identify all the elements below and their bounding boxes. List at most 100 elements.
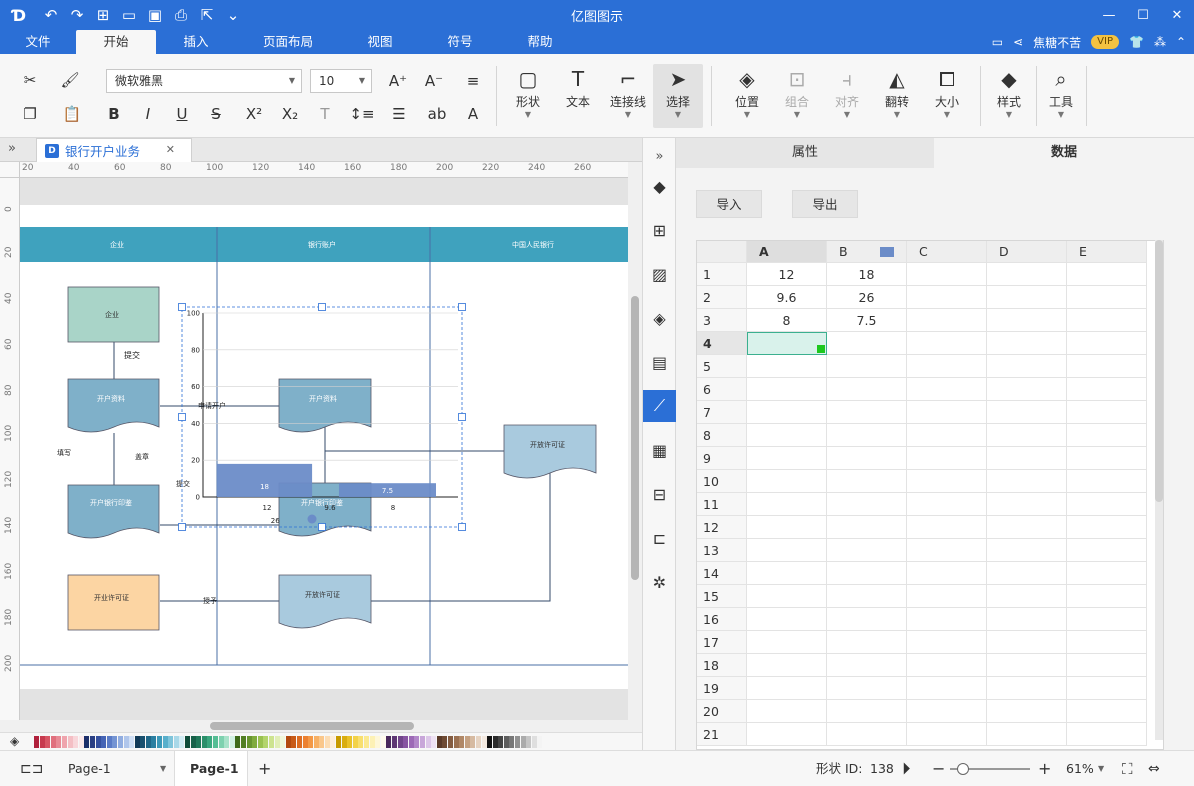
grid-cell[interactable] [907,585,987,608]
decrease-font-icon[interactable]: A⁻ [422,69,446,93]
menu-tab-view[interactable]: 视图 [356,30,404,54]
color-swatch[interactable] [498,736,504,748]
grid-cell[interactable] [987,493,1067,516]
canvas-area[interactable]: 企业 银行账户 中国人民银行 企业 提交 开户资料 申请开户 开户资料 填写 盖… [20,178,628,720]
grid-cell[interactable] [987,401,1067,424]
color-swatch[interactable] [168,736,174,748]
color-swatch[interactable] [358,736,364,748]
color-swatch[interactable] [509,736,515,748]
grid-cell[interactable] [987,654,1067,677]
line-spacing-icon[interactable]: ↕≡ [346,102,378,126]
position-button[interactable]: ◈ 位置 ▼ [722,64,772,128]
shirt-icon[interactable]: 👕 [1129,35,1144,49]
color-swatch[interactable] [218,736,224,748]
grid-cell[interactable] [747,424,827,447]
color-swatch[interactable] [78,736,84,748]
grid-row-header[interactable]: 8 [697,424,747,447]
color-swatch[interactable] [95,736,101,748]
color-swatch[interactable] [201,736,207,748]
zoom-slider-handle[interactable] [957,763,969,775]
fill-panel-icon[interactable]: ◆ [643,170,676,202]
color-swatch[interactable] [61,736,67,748]
select-button[interactable]: ➤ 选择 ▼ [653,64,703,128]
grid-cell[interactable] [1067,677,1147,700]
grid-cell[interactable] [747,723,827,746]
style-button[interactable]: ◆ 样式 ▼ [984,64,1034,128]
grid-row-header[interactable]: 11 [697,493,747,516]
color-swatch[interactable] [101,736,107,748]
app-logo-icon[interactable]: Ɗ [0,0,38,30]
color-swatch[interactable] [224,736,230,748]
import-button[interactable]: 导入 [696,190,762,218]
grid-cell[interactable] [987,263,1067,286]
grid-cell[interactable] [1067,263,1147,286]
export-icon[interactable]: ⇱ [194,0,220,30]
grid-cell[interactable] [907,378,987,401]
color-swatch[interactable] [84,736,90,748]
color-swatch[interactable] [419,736,425,748]
color-swatch[interactable] [336,736,342,748]
color-swatch[interactable] [252,736,258,748]
close-tab-icon[interactable]: ✕ [166,143,175,156]
color-swatch[interactable] [268,736,274,748]
grid-row-header[interactable]: 7 [697,401,747,424]
grid-cell[interactable] [747,401,827,424]
color-swatch[interactable] [240,736,246,748]
canvas-horizontal-scrollbar[interactable] [20,720,628,732]
grid-cell[interactable] [907,631,987,654]
grid-cell[interactable] [827,654,907,677]
chart-data-panel-icon[interactable]: ⟋ [643,390,676,422]
grid-cell[interactable]: 9.6 [747,286,827,309]
grid-cell[interactable] [827,585,907,608]
grid-cell[interactable]: 8 [747,309,827,332]
grid-cell[interactable] [747,631,827,654]
grid-cell[interactable] [1067,447,1147,470]
grid-cell[interactable] [1067,516,1147,539]
menu-tab-insert[interactable]: 插入 [170,30,222,54]
text-button[interactable]: T 文本 [553,64,603,128]
grid-cell[interactable] [827,516,907,539]
color-swatch[interactable] [106,736,112,748]
vip-badge[interactable]: VIP [1091,35,1119,49]
grid-row-header[interactable]: 16 [697,608,747,631]
color-swatch[interactable] [123,736,129,748]
grid-cell[interactable] [747,516,827,539]
grid-column-header[interactable]: D [987,241,1067,263]
color-swatch[interactable] [352,736,358,748]
expand-library-icon[interactable]: » [8,141,16,156]
bar-chart[interactable]: 0 20 40 60 80 100 18 12 26 9.6 7.5 8 [20,205,628,689]
add-page-icon[interactable]: + [258,751,271,786]
color-swatch[interactable] [487,736,493,748]
shape-gallery-icon[interactable]: ⊞ [643,214,676,246]
grid-cell[interactable] [747,470,827,493]
grid-cell[interactable] [987,286,1067,309]
chart-point-marker[interactable] [307,514,317,524]
grid-cell[interactable] [1067,608,1147,631]
grid-cell[interactable] [1067,562,1147,585]
align-button[interactable]: ⫞ 对齐 ▼ [822,64,872,128]
grid-row-header[interactable]: 10 [697,470,747,493]
bullet-list-icon[interactable]: ☰ [384,102,414,126]
grid-cell[interactable] [747,654,827,677]
color-swatch[interactable] [380,736,386,748]
grid-cell[interactable] [907,493,987,516]
tab-properties[interactable]: 属性 [676,138,934,168]
save-icon[interactable]: ▣ [142,0,168,30]
color-swatch[interactable] [185,736,191,748]
grid-cell[interactable] [987,562,1067,585]
fill-handle[interactable] [817,345,825,353]
grid-cell[interactable] [827,401,907,424]
paste-icon[interactable]: 📋 [56,102,88,126]
resize-handle[interactable] [178,303,186,311]
grid-cell[interactable] [907,700,987,723]
maximize-icon[interactable]: ☐ [1126,0,1160,30]
menu-tab-help[interactable]: 帮助 [516,30,564,54]
grid-cell[interactable] [827,631,907,654]
color-swatch[interactable] [503,736,509,748]
grid-cell[interactable] [907,286,987,309]
color-swatch[interactable] [425,736,431,748]
italic-icon[interactable]: I [136,102,160,126]
grid-cell[interactable] [987,447,1067,470]
grid-cell[interactable] [907,447,987,470]
grid-cell[interactable] [1067,355,1147,378]
